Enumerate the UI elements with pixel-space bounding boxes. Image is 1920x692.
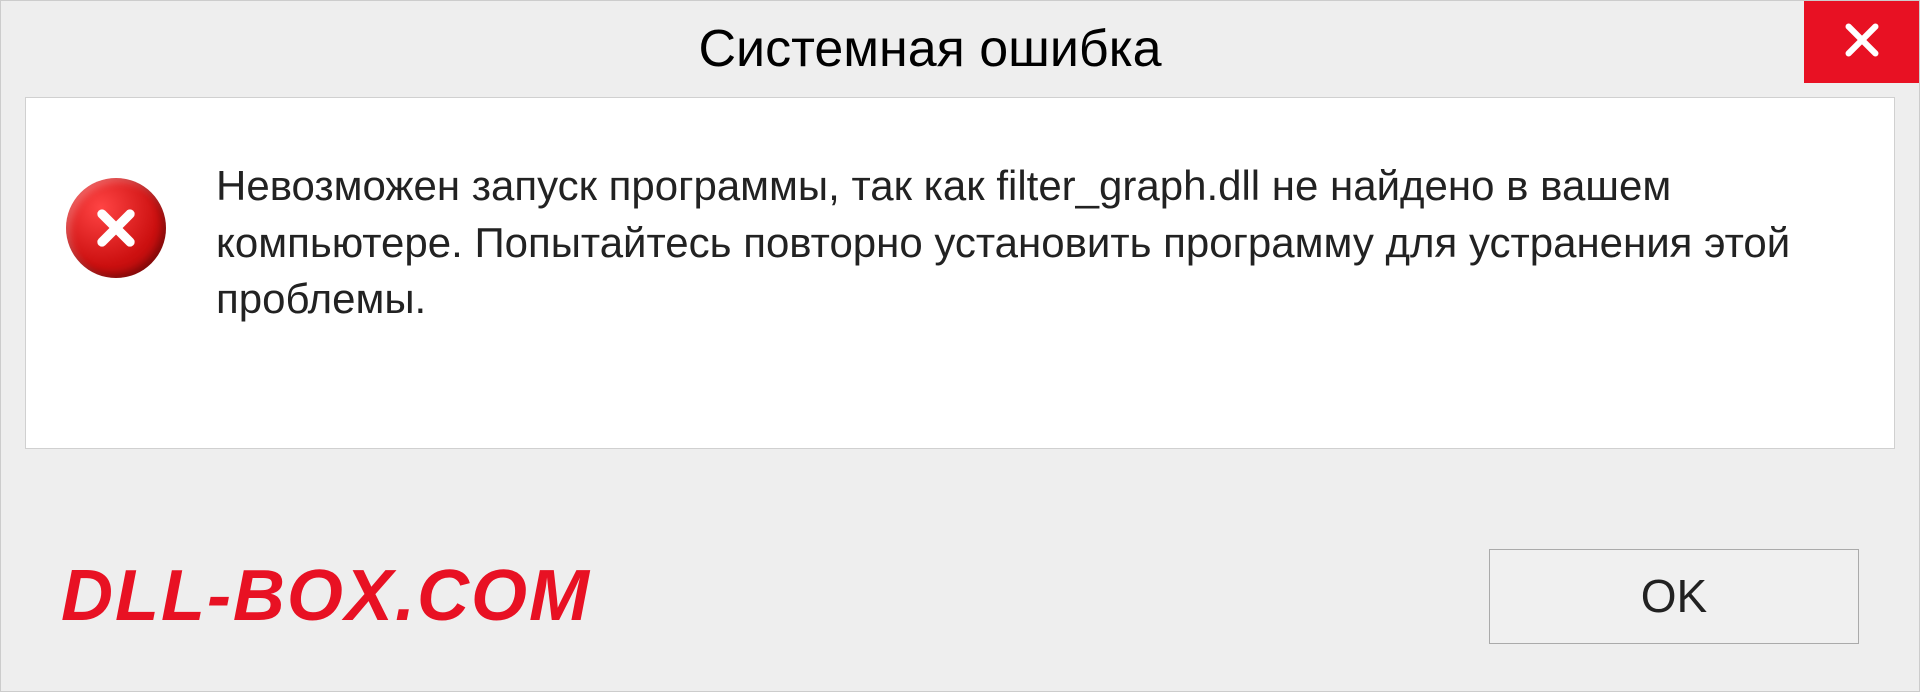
- watermark-text: DLL-BOX.COM: [61, 555, 591, 637]
- error-icon: [66, 178, 166, 278]
- close-icon: [1839, 17, 1885, 68]
- error-icon-wrapper: [66, 178, 166, 278]
- error-message: Невозможен запуск программы, так как fil…: [216, 158, 1844, 328]
- title-bar: Системная ошибка: [1, 1, 1919, 97]
- dialog-title: Системная ошибка: [41, 19, 1919, 79]
- ok-button[interactable]: OK: [1489, 549, 1859, 644]
- error-dialog: Системная ошибка Невозможен запуск прогр…: [0, 0, 1920, 692]
- footer-bar: DLL-BOX.COM OK: [1, 501, 1919, 691]
- content-panel: Невозможен запуск программы, так как fil…: [25, 97, 1895, 449]
- close-button[interactable]: [1804, 1, 1919, 83]
